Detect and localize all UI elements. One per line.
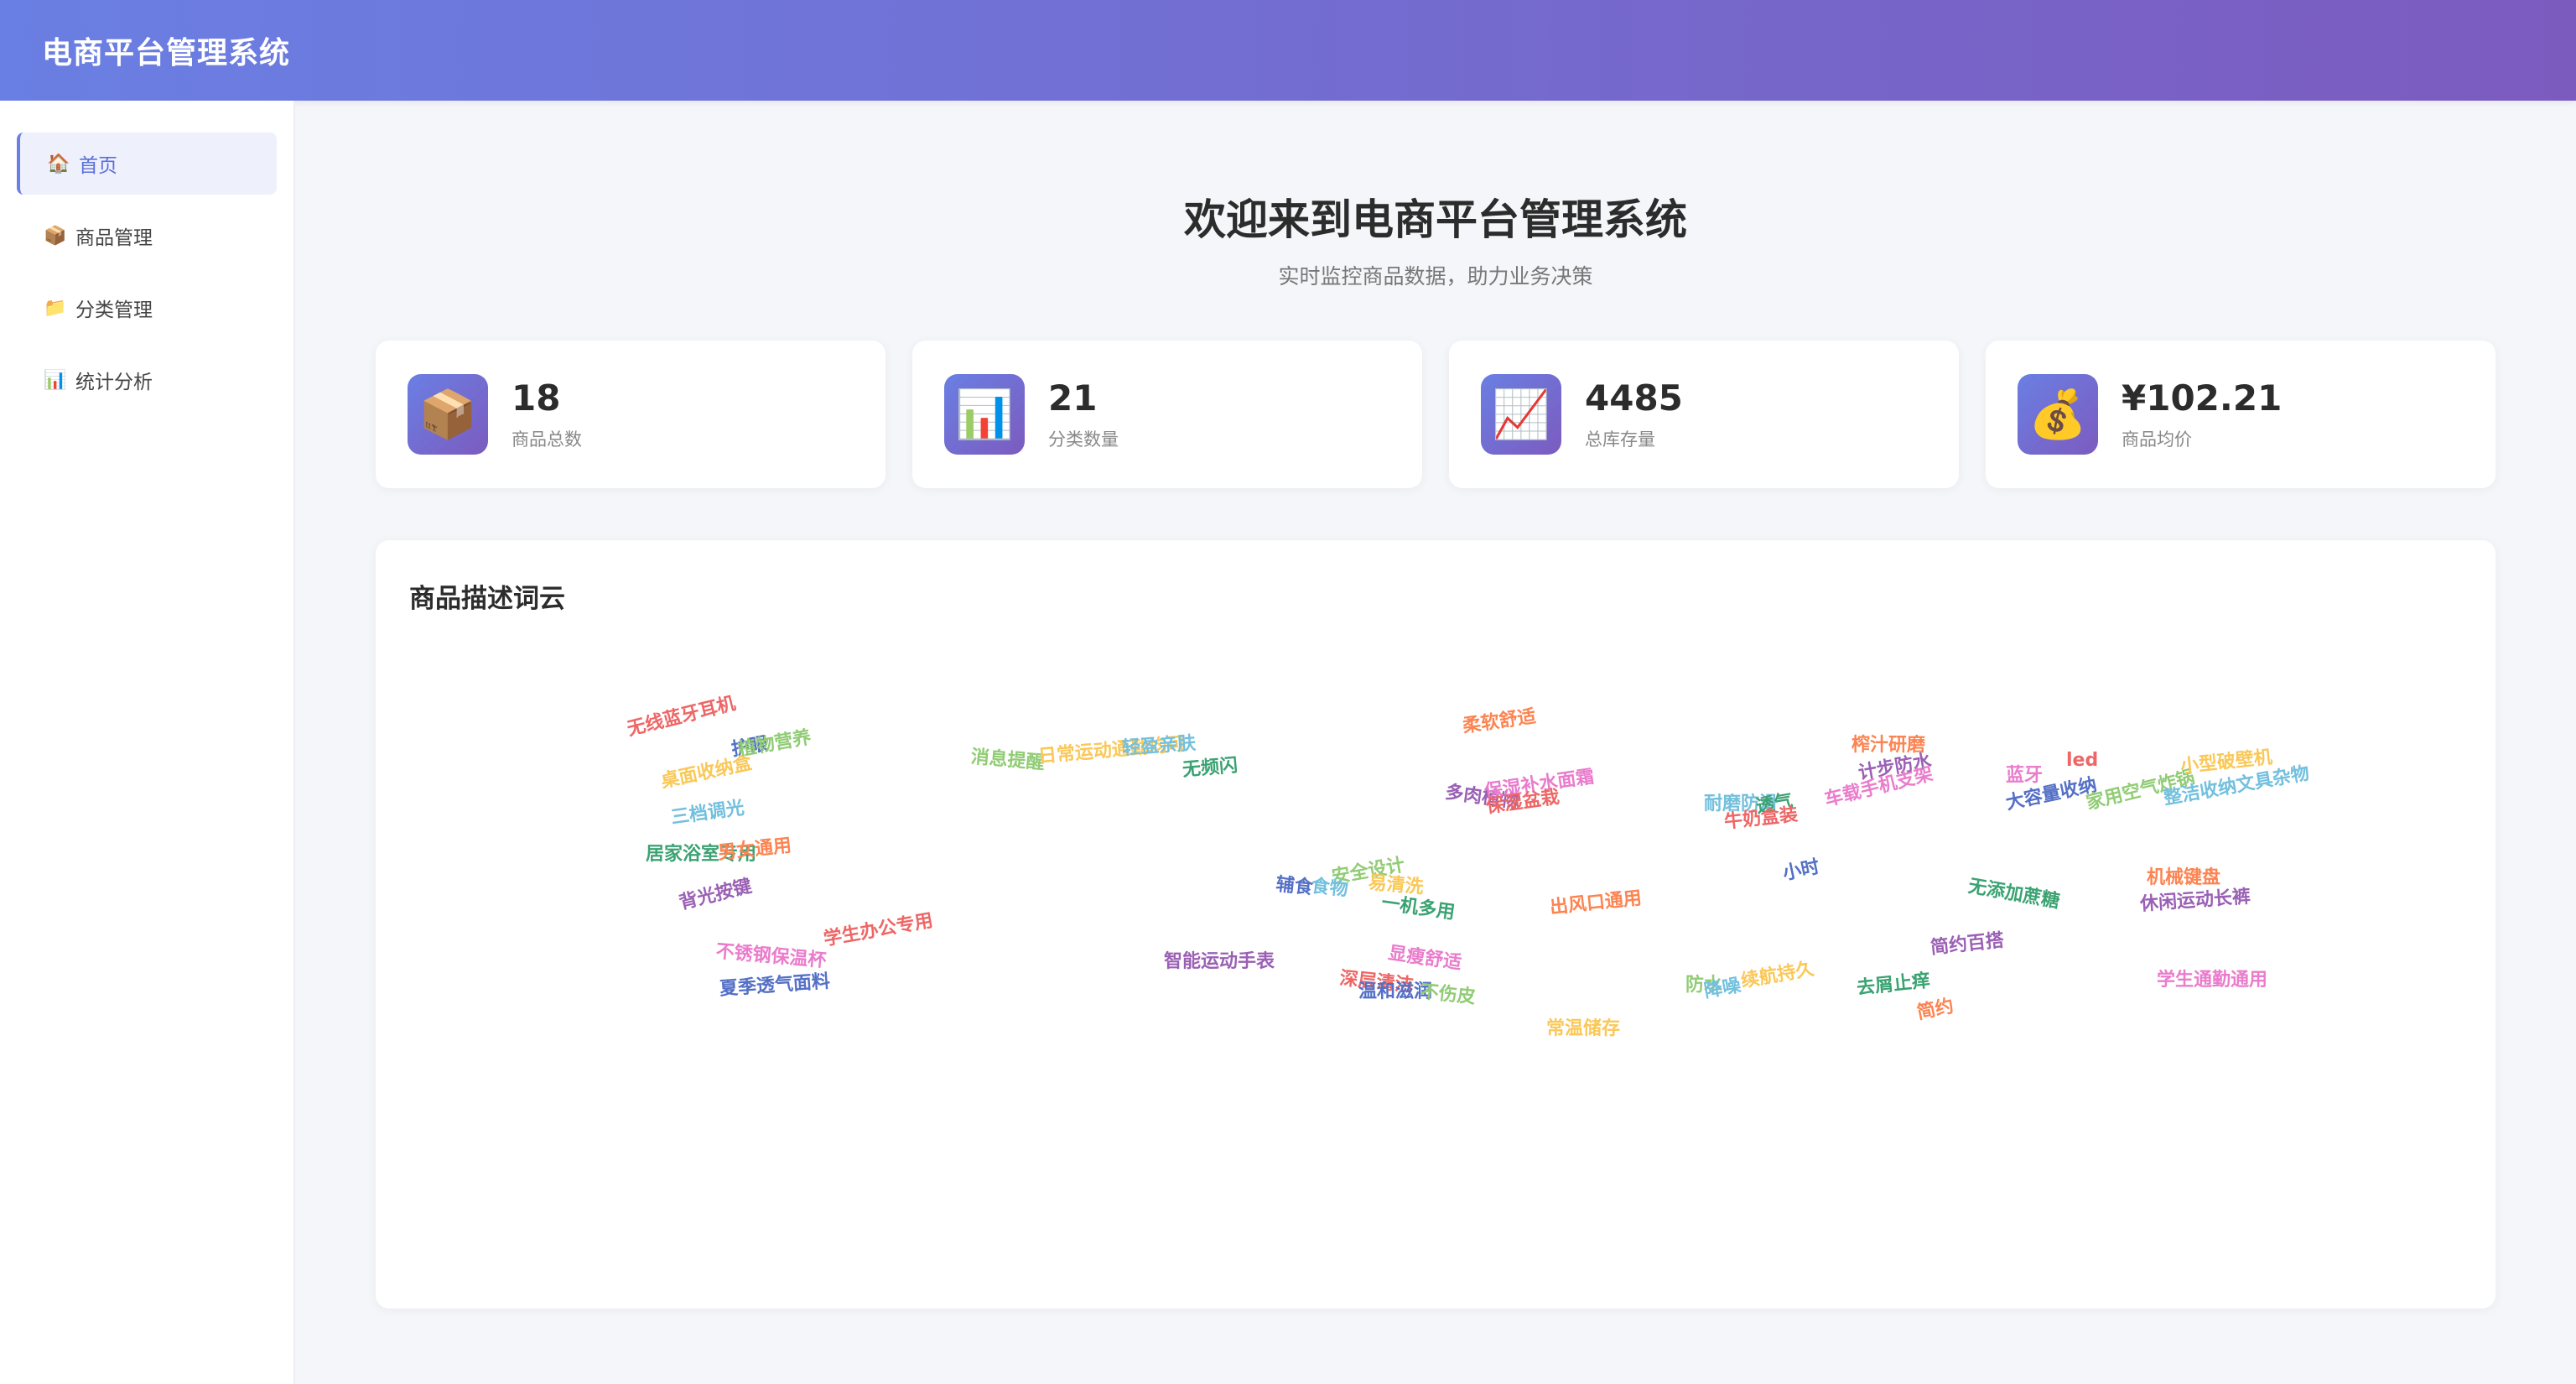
package-icon: 📦: [408, 374, 488, 455]
money-bag-icon: 💰: [2018, 374, 2098, 455]
word-cloud-word: led: [2066, 750, 2099, 771]
sidebar-item-label: 分类管理: [75, 299, 153, 321]
stat-card-total-products: 📦 18 商品总数: [376, 341, 886, 488]
stat-card-average-price: 💰 ¥102.21 商品均价: [1986, 341, 2496, 488]
word-cloud-word: 不伤皮: [1419, 981, 1477, 1008]
word-cloud-word: 背光按键: [677, 876, 755, 914]
word-cloud-word: 去屑止痒: [1855, 970, 1932, 999]
word-cloud-word: 三档调光: [669, 797, 746, 829]
word-cloud-word: 常温储存: [1546, 1018, 1621, 1039]
home-icon: 🏠: [47, 153, 70, 174]
word-cloud-word: 一机多用: [1379, 892, 1457, 924]
stat-label: 分类数量: [1048, 429, 1119, 450]
word-cloud-word: 夏季透气面料: [719, 970, 831, 1000]
sidebar-item-label: 统计分析: [75, 372, 153, 393]
word-cloud-word: 无频闪: [1182, 755, 1239, 781]
bar-chart-icon: 📊: [944, 374, 1025, 455]
word-cloud-word: 食物: [1310, 876, 1349, 901]
folder-icon: 📁: [44, 297, 67, 319]
word-cloud-word: 辅食: [1275, 874, 1314, 899]
word-cloud-word: 柔软舒适: [1461, 705, 1538, 737]
stat-label: 商品均价: [2122, 429, 2192, 450]
page-subtitle: 实时监控商品数据，助力业务决策: [1278, 264, 1593, 289]
stat-value: 21: [1048, 377, 1098, 419]
bar-chart-icon: 📊: [44, 369, 67, 391]
stat-value: 18: [512, 377, 561, 419]
word-cloud-word: 桌面收纳盒: [658, 752, 754, 793]
sidebar-item-label: 商品管理: [75, 227, 153, 249]
sidebar-item-home[interactable]: 🏠 首页: [17, 133, 277, 195]
app-title: 电商平台管理系统: [42, 36, 291, 70]
main-content: 欢迎来到电商平台管理系统 实时监控商品数据，助力业务决策 📦 18 商品总数 📊…: [295, 101, 2576, 1384]
word-cloud-word: 续航持久: [1739, 958, 1816, 992]
word-cloud-panel: 商品描述词云 无线蓝牙耳机 护眼 植物营养 桌面收纳盒 三档调光 居家浴室专用 男女通用 背光…: [376, 540, 2496, 1309]
stat-card-total-stock: 📈 4485 总库存量: [1449, 341, 1959, 488]
word-cloud-word: 消息提醒: [969, 747, 1046, 774]
word-cloud-word: 降噪: [1702, 975, 1742, 1002]
stat-card-category-count: 📊 21 分类数量: [912, 341, 1422, 488]
trend-chart-icon: 📈: [1481, 374, 1561, 455]
app-header: 电商平台管理系统: [0, 0, 2576, 101]
word-cloud-word: 学生通勤通用: [2157, 970, 2268, 991]
word-cloud-word: 无线蓝牙耳机: [625, 693, 738, 741]
word-cloud-word: 男女通用: [716, 835, 793, 864]
stat-label: 商品总数: [512, 429, 582, 450]
sidebar-item-categories[interactable]: 📁 分类管理: [17, 277, 277, 339]
word-cloud-word: 简约: [1914, 996, 1956, 1024]
word-cloud-word: 学生办公专用: [822, 910, 935, 950]
stat-value: 4485: [1585, 377, 1683, 419]
word-cloud: 无线蓝牙耳机 护眼 植物营养 桌面收纳盒 三档调光 居家浴室专用 男女通用 背光按键 不锈钢保温…: [376, 540, 2496, 1309]
page-title: 欢迎来到电商平台管理系统: [1184, 195, 1687, 244]
word-cloud-word: 小时: [1780, 856, 1822, 885]
sidebar-item-products[interactable]: 📦 商品管理: [17, 205, 277, 267]
stat-cards: 📦 18 商品总数 📊 21 分类数量 📈 4485 总库存量 💰 ¥102.2…: [376, 341, 2496, 488]
word-cloud-word: 出风口通用: [1548, 887, 1643, 918]
stat-value: ¥102.21: [2122, 377, 2283, 419]
word-cloud-word: 智能运动手表: [1164, 951, 1275, 972]
word-cloud-word: 简约百搭: [1929, 929, 2006, 959]
sidebar: 🏠 首页 📦 商品管理 📁 分类管理 📊 统计分析: [0, 101, 295, 1384]
sidebar-item-statistics[interactable]: 📊 统计分析: [17, 349, 277, 411]
word-cloud-word: 无添加蔗糖: [1966, 876, 2062, 913]
sidebar-item-label: 首页: [79, 155, 117, 177]
package-icon: 📦: [44, 225, 67, 247]
stat-label: 总库存量: [1585, 429, 1655, 450]
